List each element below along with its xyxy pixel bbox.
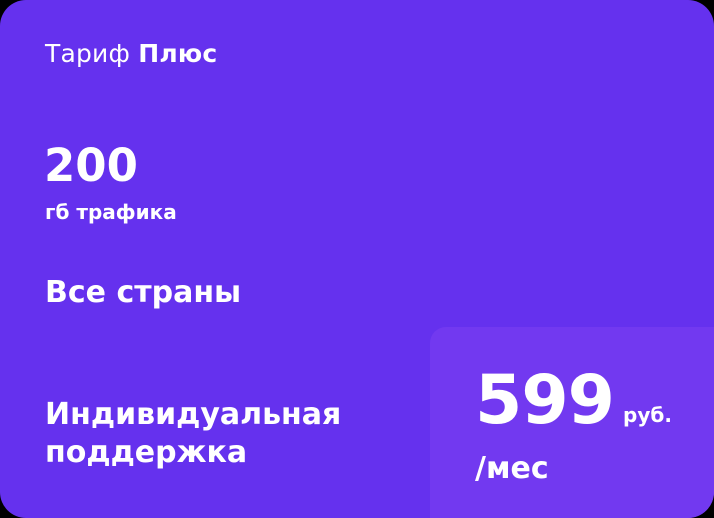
support-feature: Индивидуальная поддержка	[45, 397, 342, 470]
tariff-title-prefix: Тариф	[45, 39, 131, 68]
tariff-title: Тариф Плюс	[45, 38, 217, 70]
countries-feature: Все страны	[45, 275, 242, 310]
price-box: 599 руб. /мес	[430, 327, 714, 518]
tariff-card[interactable]: Тариф Плюс 200 гб трафика Все страны Инд…	[0, 0, 714, 518]
price-amount: 599	[475, 361, 615, 440]
price-currency: руб.	[623, 403, 672, 427]
traffic-label: гб трафика	[45, 200, 177, 224]
traffic-amount: 200	[44, 139, 138, 192]
price-period: /мес	[475, 451, 549, 486]
tariff-name: Плюс	[138, 39, 218, 68]
